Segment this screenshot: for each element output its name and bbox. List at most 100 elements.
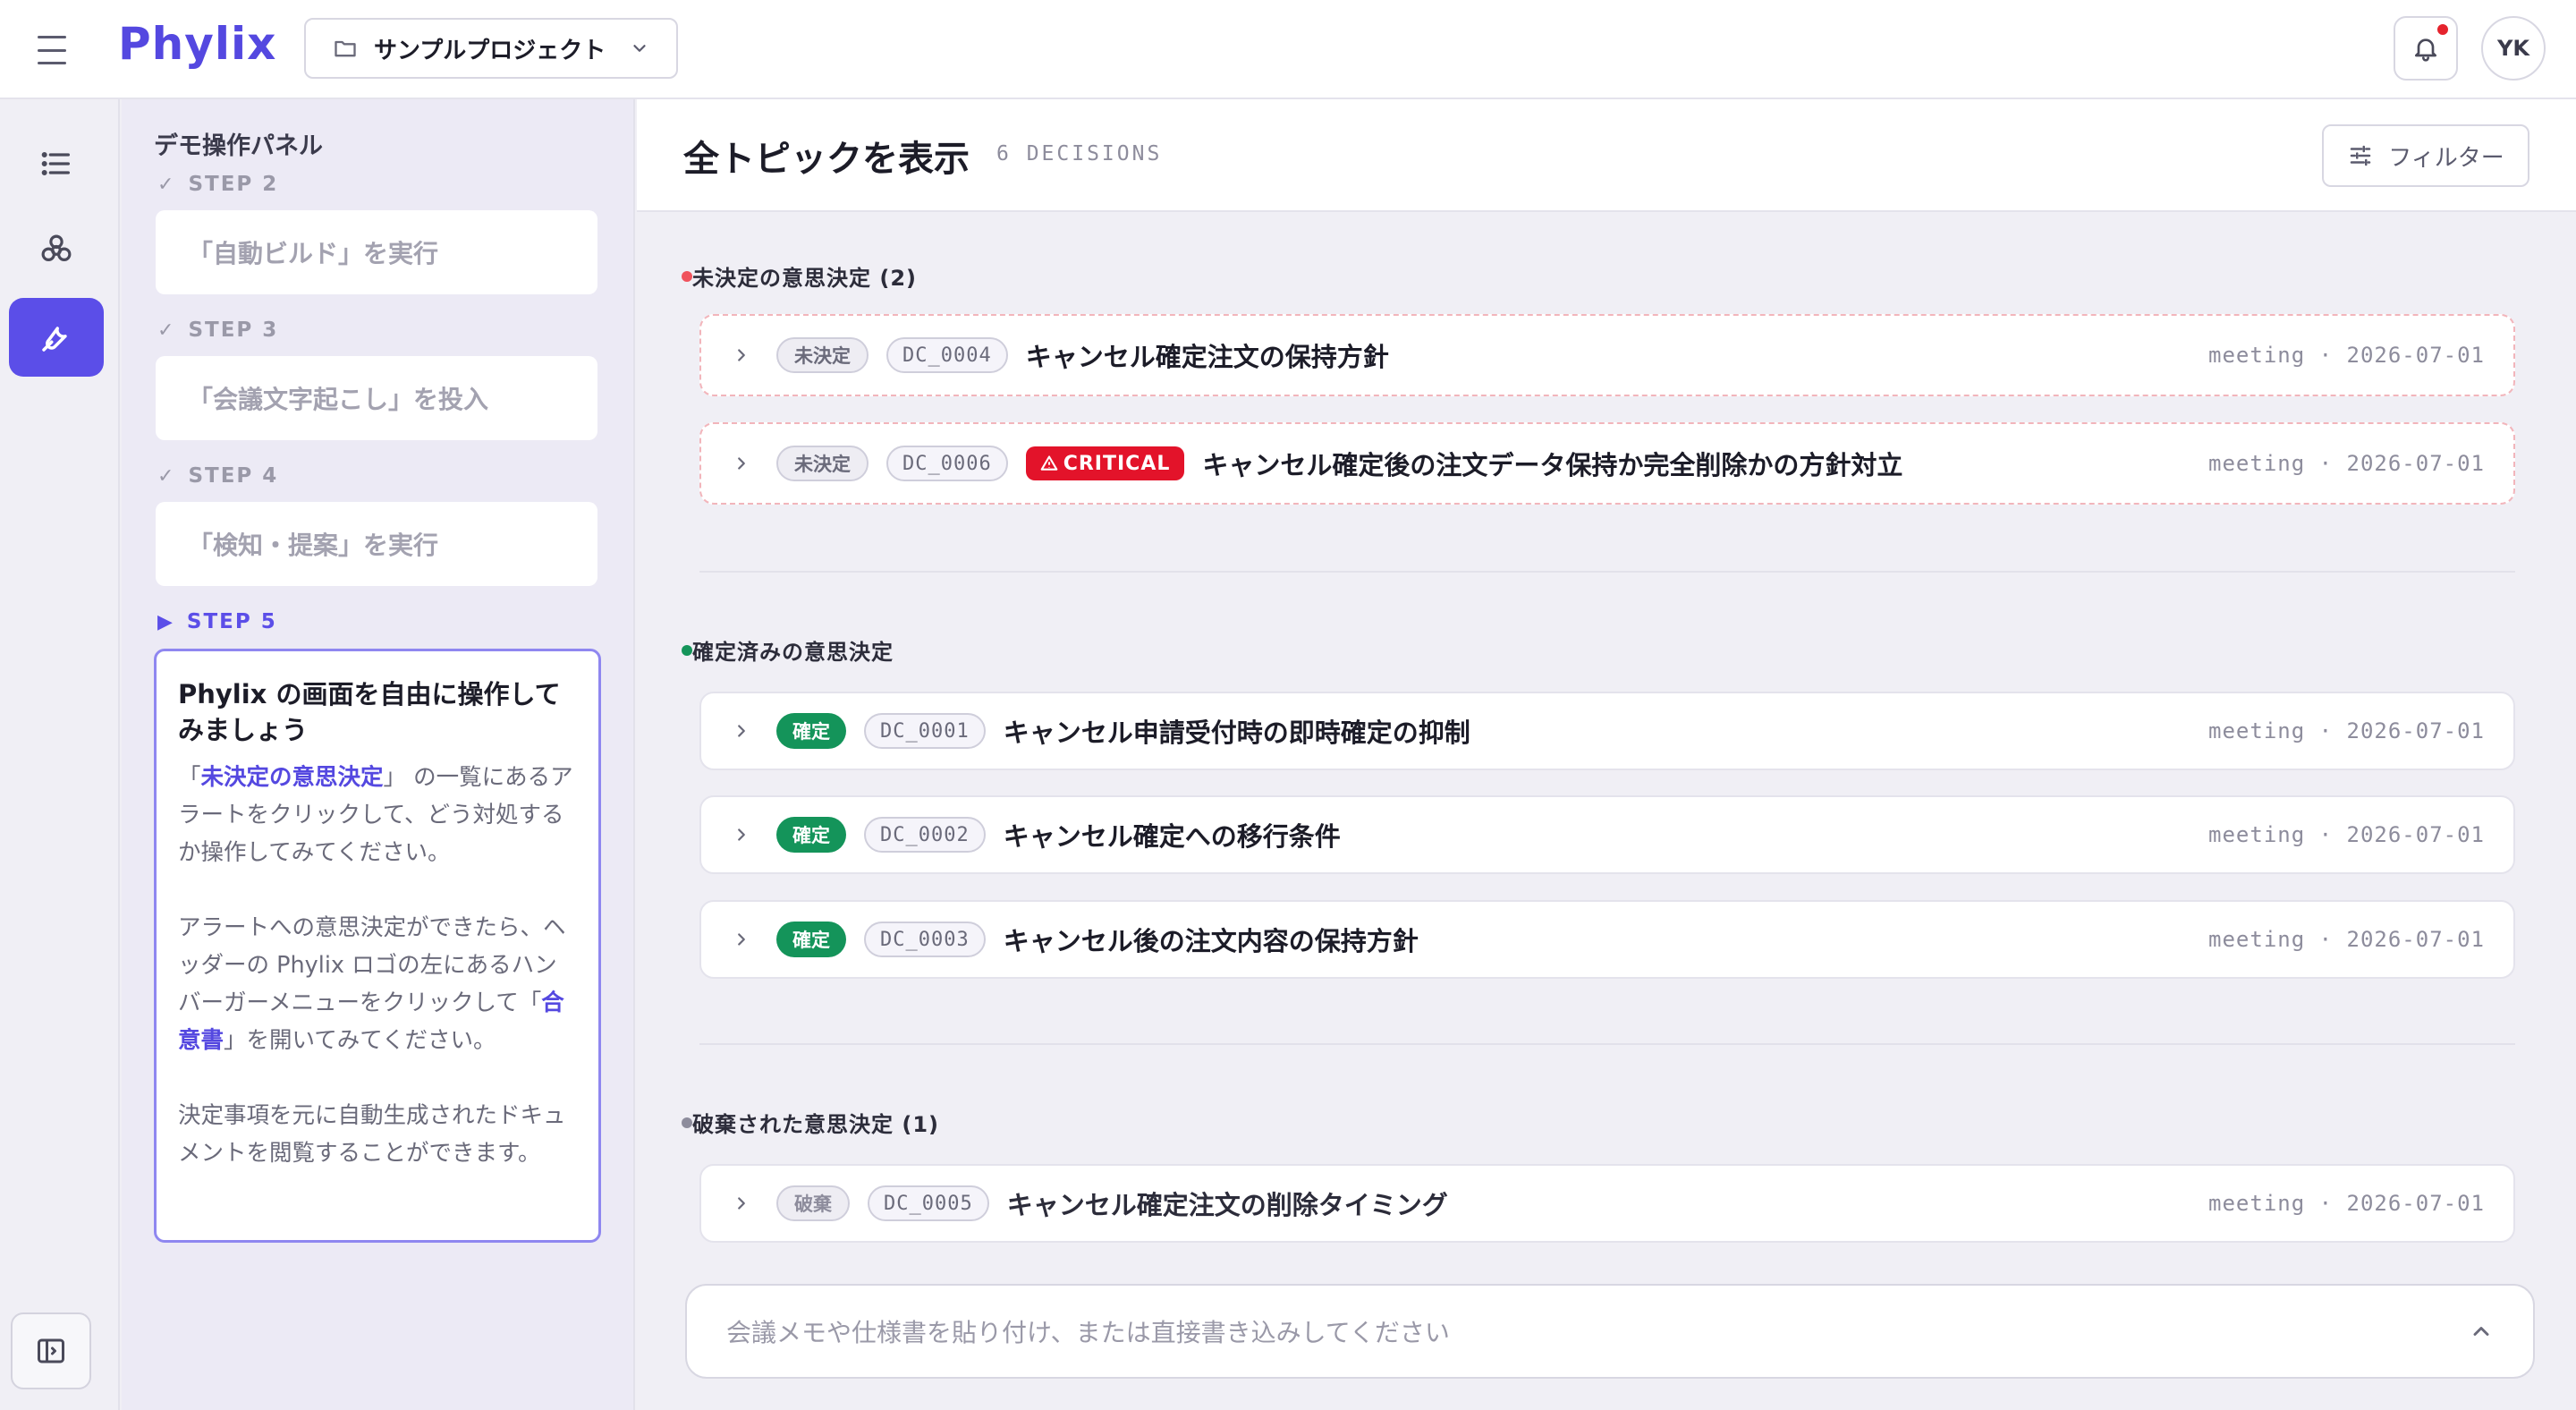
status-badge: 確定 <box>776 817 846 853</box>
text-fragment: アラートへの意思決定ができたら、ヘッダーの Phylix ロゴの左にあるハンバー… <box>178 914 566 1016</box>
step-label-text: STEP 3 <box>188 319 279 342</box>
warning-icon <box>1040 455 1058 471</box>
decision-meta: meeting · 2026-07-01 <box>2208 718 2485 743</box>
decision-meta: meeting · 2026-07-01 <box>2208 343 2485 368</box>
decision-id-badge: DC_0002 <box>864 817 986 853</box>
filter-button[interactable]: フィルター <box>2322 124 2529 187</box>
check-icon: ✓ <box>157 319 176 342</box>
section-title-text: 確定済みの意思決定 <box>692 640 894 665</box>
rail-graph-button[interactable] <box>9 210 104 289</box>
play-icon: ▶ <box>157 610 174 633</box>
step-heading: Phylix の画面を自由に操作してみましょう <box>178 679 561 745</box>
top-header: Phylix サンプルプロジェクト YK <box>0 0 2576 99</box>
step-card[interactable]: 「検知・提案」を実行 <box>156 502 597 586</box>
step-instruction: アラートへの意思決定ができたら、ヘッダーの Phylix ロゴの左にあるハンバー… <box>178 909 577 1059</box>
chevron-down-icon <box>633 45 646 52</box>
decision-title: キャンセル後の注文内容の保持方針 <box>1003 926 1419 956</box>
icon-rail <box>0 99 120 1410</box>
demo-panel-title: デモ操作パネル <box>154 132 323 160</box>
project-selector[interactable]: サンプルプロジェクト <box>304 18 678 79</box>
step-card[interactable]: 「会議文字起こし」を投入 <box>156 356 597 440</box>
chevron-right-icon <box>738 457 745 470</box>
filter-label: フィルター <box>2388 144 2504 172</box>
step-card[interactable]: 「自動ビルド」を実行 <box>156 210 597 294</box>
critical-label: CRITICAL <box>1063 452 1171 475</box>
wrench-icon <box>42 327 67 352</box>
step-label-text: STEP 5 <box>186 610 277 633</box>
chevron-right-icon <box>738 349 745 361</box>
decision-row[interactable]: 未決定 DC_0004 キャンセル確定注文の保持方針 meeting · 202… <box>699 314 2515 396</box>
decision-meta: meeting · 2026-07-01 <box>2208 451 2485 476</box>
text-fragment: 「 <box>178 764 201 791</box>
step-active-card: Phylix の画面を自由に操作してみましょう 「未決定の意思決定」 の一覧にあ… <box>154 649 601 1243</box>
status-badge: 確定 <box>776 713 846 749</box>
step-label-text: STEP 4 <box>188 464 279 488</box>
step-instruction: 決定事項を元に自動生成されたドキュメントを閲覧することができます。 <box>178 1102 566 1167</box>
memo-composer[interactable]: 会議メモや仕様書を貼り付け、または直接書き込みしてください <box>685 1284 2535 1379</box>
sidebar-toggle-icon <box>38 1338 64 1363</box>
decision-row[interactable]: 破棄 DC_0005 キャンセル確定注文の削除タイミング meeting · 2… <box>699 1164 2515 1243</box>
chevron-right-icon <box>738 725 745 737</box>
critical-badge: CRITICAL <box>1025 446 1185 480</box>
status-dot <box>682 1117 692 1128</box>
decision-row[interactable]: 確定 DC_0003 キャンセル後の注文内容の保持方針 meeting · 20… <box>699 900 2515 979</box>
folder-icon <box>335 40 356 57</box>
app-logo[interactable]: Phylix <box>118 18 276 70</box>
section-title-confirmed: 確定済みの意思決定 <box>682 634 894 666</box>
chevron-right-icon <box>738 1197 745 1210</box>
status-dot <box>682 270 692 282</box>
hamburger-menu-icon[interactable] <box>34 32 70 68</box>
graph-icon <box>41 234 72 261</box>
decision-row[interactable]: 未決定 DC_0006 CRITICAL キャンセル確定後の注文データ保持か完全… <box>699 422 2515 505</box>
user-avatar[interactable]: YK <box>2481 16 2546 81</box>
composer-placeholder[interactable]: 会議メモや仕様書を貼り付け、または直接書き込みしてください <box>726 1313 2469 1349</box>
chevron-right-icon <box>738 933 745 946</box>
step-instruction: 「未決定の意思決定」 の一覧にあるアラートをクリックして、どう対処するか操作して… <box>178 759 577 871</box>
section-title-text: 破棄された意思決定 (1) <box>692 1112 939 1137</box>
decision-id-badge: DC_0003 <box>864 922 986 957</box>
main-content: 全トピックを表示 6 DECISIONS フィルター 未決定の意思決定 (2) … <box>637 99 2576 1410</box>
decision-id-badge: DC_0006 <box>886 446 1008 481</box>
decision-meta: meeting · 2026-07-01 <box>2208 927 2485 952</box>
decision-title: キャンセル確定注文の保持方針 <box>1025 342 1389 372</box>
rail-list-button[interactable] <box>9 124 104 203</box>
notification-dot <box>2435 21 2451 38</box>
status-badge: 未決定 <box>776 337 869 373</box>
notifications-button[interactable] <box>2394 16 2458 81</box>
sliders-icon <box>2351 145 2371 166</box>
status-badge: 確定 <box>776 922 846 957</box>
step-label: ✓ STEP 3 <box>157 319 278 342</box>
chevron-up-icon[interactable] <box>2469 1319 2494 1344</box>
list-icon <box>41 151 71 176</box>
chevron-right-icon <box>738 828 745 841</box>
check-icon: ✓ <box>157 464 176 488</box>
decision-meta: meeting · 2026-07-01 <box>2208 1191 2485 1216</box>
section-title-pending: 未決定の意思決定 (2) <box>682 260 917 292</box>
section-divider <box>699 1043 2515 1045</box>
sidebar-toggle-button[interactable] <box>11 1312 91 1389</box>
rail-tools-button[interactable] <box>9 298 104 377</box>
pending-decisions-link[interactable]: 未決定の意思決定 <box>201 764 384 791</box>
decision-title: キャンセル確定後の注文データ保持か完全削除かの方針対立 <box>1202 450 1903 480</box>
decision-title: キャンセル確定への移行条件 <box>1003 821 1341 852</box>
decision-id-badge: DC_0004 <box>886 337 1008 373</box>
decision-title: キャンセル申請受付時の即時確定の抑制 <box>1003 718 1470 748</box>
section-title-discarded: 破棄された意思決定 (1) <box>682 1107 939 1138</box>
decision-title: キャンセル確定注文の削除タイミング <box>1006 1190 1448 1220</box>
status-dot <box>682 644 692 656</box>
bell-icon <box>2415 38 2436 62</box>
section-title-text: 未決定の意思決定 (2) <box>692 266 917 291</box>
main-header: 全トピックを表示 6 DECISIONS フィルター <box>637 99 2576 212</box>
project-name: サンプルプロジェクト <box>374 37 606 64</box>
step-label: ✓ STEP 4 <box>157 464 278 488</box>
decision-row[interactable]: 確定 DC_0001 キャンセル申請受付時の即時確定の抑制 meeting · … <box>699 692 2515 770</box>
text-fragment: 」を開いてみてください。 <box>224 1027 496 1054</box>
decision-row[interactable]: 確定 DC_0002 キャンセル確定への移行条件 meeting · 2026-… <box>699 795 2515 874</box>
demo-panel: デモ操作パネル ✓ STEP 2 「自動ビルド」を実行 ✓ STEP 3 「会議… <box>122 99 635 1410</box>
check-icon: ✓ <box>157 173 176 196</box>
step-label-text: STEP 2 <box>188 173 279 196</box>
decision-count: 6 DECISIONS <box>996 142 1163 166</box>
decision-meta: meeting · 2026-07-01 <box>2208 822 2485 847</box>
status-badge: 未決定 <box>776 446 869 481</box>
page-title: 全トピックを表示 <box>683 139 970 180</box>
